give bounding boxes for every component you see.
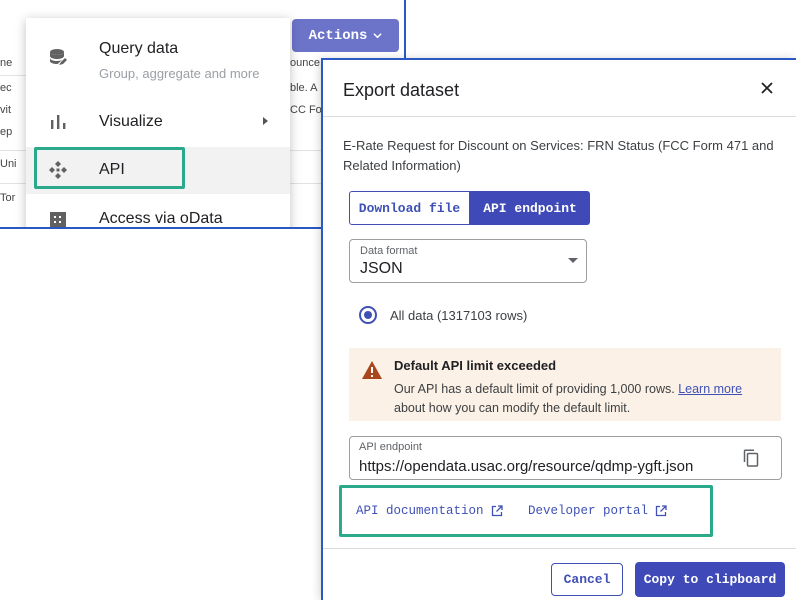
learn-more-link[interactable]: Learn more [678, 382, 742, 396]
bar-chart-icon [51, 115, 66, 129]
menu-item-label: Access via oData [99, 210, 223, 227]
tab-api-endpoint[interactable]: API endpoint [470, 191, 590, 225]
cancel-button[interactable]: Cancel [551, 563, 623, 596]
background-text-fragment: ble. A [290, 82, 318, 94]
warning-icon [362, 361, 382, 379]
actions-button-label: Actions [308, 27, 368, 44]
background-text-fragment: Uni [0, 158, 17, 170]
menu-item-label: Query data [99, 40, 179, 57]
actions-button[interactable]: Actions [292, 19, 399, 52]
background-text-fragment: vit [0, 104, 11, 116]
caret-down-icon [568, 258, 578, 263]
menu-item-sublabel: Group, aggregate and more [99, 66, 260, 81]
menu-item-visualize[interactable]: Visualize [26, 92, 290, 147]
close-icon[interactable] [759, 80, 775, 96]
warning-text: Our API has a default limit of providing… [394, 382, 679, 396]
menu-item-query-data[interactable]: Query data Group, aggregate and more [26, 18, 290, 92]
highlight-box [34, 147, 185, 189]
background-text-fragment: ec [0, 82, 12, 94]
api-endpoint-value: https://opendata.usac.org/resource/qdmp-… [359, 458, 694, 475]
menu-item-label: Visualize [99, 113, 163, 130]
background-text-fragment: Tor [0, 192, 16, 204]
divider [323, 548, 796, 549]
warning-title: Default API limit exceeded [394, 358, 557, 373]
warning-text: about how you can modify the default lim… [394, 401, 631, 415]
menu-item-access-via-odata[interactable]: Access via oData [26, 194, 290, 227]
data-format-value: JSON [360, 260, 403, 277]
dialog-title: Export dataset [343, 80, 460, 100]
dataset-description: E-Rate Request for Discount on Services:… [343, 138, 774, 173]
chevron-down-icon [373, 33, 383, 39]
chevron-right-icon [263, 117, 268, 125]
api-limit-warning: Default API limit exceeded Our API has a… [349, 348, 781, 421]
warning-body: Our API has a default limit of providing… [394, 380, 774, 418]
copy-icon[interactable] [743, 449, 759, 467]
background-text-fragment: ep [0, 126, 13, 138]
data-format-select[interactable]: Data format JSON [349, 239, 587, 283]
background-text-fragment: CC Fo [290, 104, 322, 116]
background-text-fragment: ne [0, 57, 13, 69]
divider [323, 116, 796, 117]
all-data-radio-label: All data (1317103 rows) [390, 308, 528, 323]
all-data-radio[interactable] [359, 306, 377, 324]
copy-to-clipboard-button[interactable]: Copy to clipboard [635, 562, 785, 597]
grid-icon [50, 212, 66, 227]
data-format-label: Data format [360, 245, 418, 257]
highlight-box [339, 485, 713, 537]
database-icon [50, 49, 67, 65]
actions-dropdown-menu: Query data Group, aggregate and more Vis… [26, 18, 290, 227]
background-text-fragment: ounce [290, 57, 320, 69]
api-endpoint-label: API endpoint [359, 441, 422, 453]
tab-download-file[interactable]: Download file [349, 191, 470, 225]
api-endpoint-field[interactable]: API endpoint https://opendata.usac.org/r… [349, 436, 782, 480]
